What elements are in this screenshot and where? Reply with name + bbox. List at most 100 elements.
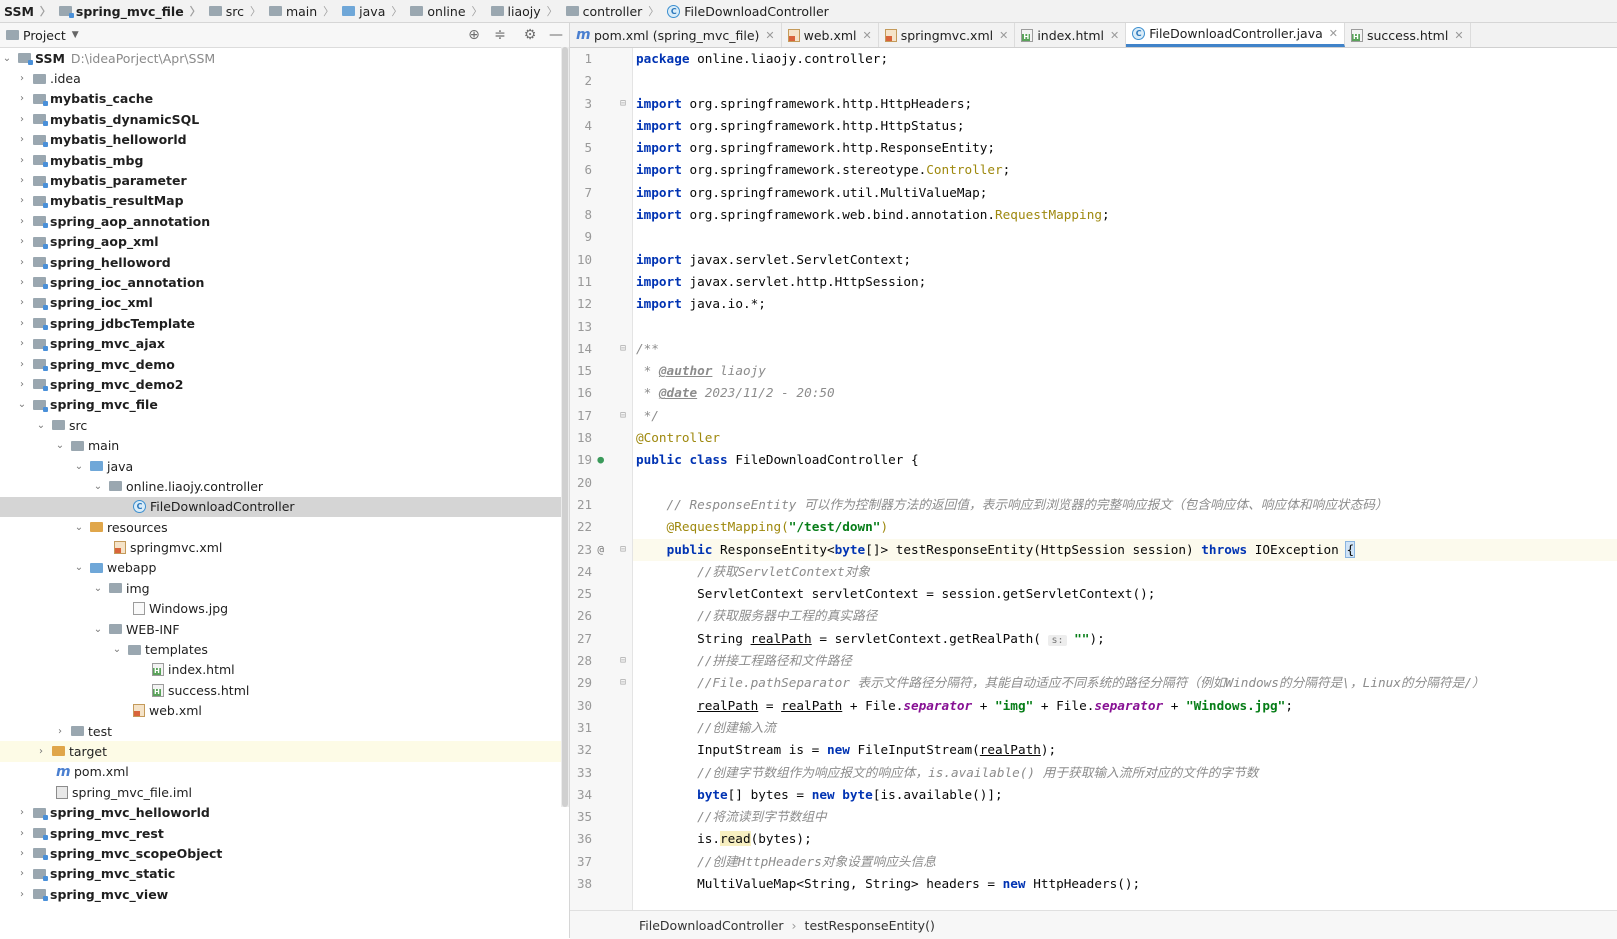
tree-scrollbar[interactable] — [561, 47, 569, 807]
chevron-right-icon[interactable]: › — [15, 277, 29, 288]
fold-icon[interactable]: ⊟ — [620, 93, 626, 115]
chevron-right-icon[interactable]: › — [15, 318, 29, 329]
tab-index-html[interactable]: index.html ✕ — [1015, 23, 1127, 47]
close-icon[interactable]: ✕ — [1454, 29, 1463, 42]
breadcrumb-item[interactable]: src 〉 — [205, 3, 265, 19]
close-icon[interactable]: ✕ — [863, 29, 872, 42]
tree-row[interactable]: ⌄ java — [0, 456, 569, 476]
tree-row[interactable]: › spring_mvc_rest — [0, 823, 569, 843]
chevron-right-icon[interactable]: › — [15, 134, 29, 145]
code-editor[interactable]: package online.liaojy.controller; import… — [633, 48, 1617, 910]
tree-row[interactable]: › spring_mvc_scopeObject — [0, 843, 569, 863]
tree-row[interactable]: › spring_mvc_helloworld — [0, 802, 569, 822]
breadcrumb-item[interactable]: SSM 〉 — [0, 3, 55, 19]
tree-row[interactable]: ⌄ src — [0, 415, 569, 435]
breadcrumb-item[interactable]: online 〉 — [406, 3, 486, 19]
chevron-right-icon[interactable]: › — [15, 155, 29, 166]
fold-icon[interactable]: ⊟ — [620, 539, 626, 561]
chevron-right-icon[interactable]: › — [15, 828, 29, 839]
tree-row[interactable]: › spring_mvc_demo — [0, 354, 569, 374]
spring-bean-icon[interactable]: ● — [597, 449, 604, 471]
chevron-right-icon[interactable]: › — [15, 236, 29, 247]
tree-row[interactable]: › spring_mvc_ajax — [0, 333, 569, 353]
request-mapping-icon[interactable]: @ — [597, 539, 604, 561]
chevron-right-icon[interactable]: › — [15, 93, 29, 104]
chevron-down-icon[interactable]: ⌄ — [34, 420, 48, 431]
tree-row[interactable]: › mybatis_dynamicSQL — [0, 109, 569, 129]
tree-row[interactable]: m pom.xml — [0, 762, 569, 782]
chevron-down-icon[interactable]: ⌄ — [91, 481, 105, 492]
chevron-down-icon[interactable]: ⌄ — [53, 440, 67, 451]
tab-filedownloadcontroller[interactable]: C FileDownloadController.java ✕ — [1126, 23, 1345, 47]
gear-icon[interactable]: ⚙ — [522, 27, 538, 43]
tree-row[interactable]: ⌄ templates — [0, 639, 569, 659]
tree-row[interactable]: spring_mvc_file.iml — [0, 782, 569, 802]
project-view-selector[interactable]: Project ▼ — [0, 28, 79, 43]
tree-row[interactable]: › spring_aop_annotation — [0, 211, 569, 231]
tree-row[interactable]: › spring_aop_xml — [0, 232, 569, 252]
collapse-all-icon[interactable]: ≑ — [492, 27, 508, 43]
breadcrumb-item[interactable]: java 〉 — [338, 3, 406, 19]
tree-row[interactable]: › mybatis_cache — [0, 89, 569, 109]
chevron-down-icon[interactable]: ⌄ — [0, 53, 14, 64]
breadcrumb-item[interactable]: main 〉 — [265, 3, 338, 19]
tree-row[interactable]: › target — [0, 741, 569, 762]
close-icon[interactable]: ✕ — [999, 29, 1008, 42]
tree-row[interactable]: ⌄ resources — [0, 517, 569, 537]
minimize-icon[interactable]: — — [548, 27, 564, 43]
status-method[interactable]: testResponseEntity() — [805, 918, 935, 933]
tree-row[interactable]: ⌄ online.liaojy.controller — [0, 476, 569, 496]
breadcrumb-item[interactable]: C FileDownloadController — [663, 4, 829, 19]
chevron-right-icon[interactable]: › — [34, 746, 48, 757]
tab-success-html[interactable]: success.html ✕ — [1345, 23, 1471, 47]
breadcrumb-item[interactable]: spring_mvc_file 〉 — [55, 3, 205, 19]
tree-row[interactable]: › spring_mvc_static — [0, 864, 569, 884]
tab-pom-xml[interactable]: m pom.xml (spring_mvc_file) ✕ — [570, 23, 782, 47]
chevron-right-icon[interactable]: › — [15, 73, 29, 84]
chevron-right-icon[interactable]: › — [15, 297, 29, 308]
chevron-down-icon[interactable]: ⌄ — [91, 583, 105, 594]
breadcrumb-item[interactable]: liaojy 〉 — [487, 3, 562, 19]
chevron-right-icon[interactable]: › — [15, 889, 29, 900]
chevron-right-icon[interactable]: › — [15, 195, 29, 206]
tree-row-selected[interactable]: C FileDownloadController — [0, 496, 569, 517]
tree-row[interactable]: ⌄ main — [0, 435, 569, 455]
chevron-right-icon[interactable]: › — [15, 359, 29, 370]
chevron-right-icon[interactable]: › — [15, 807, 29, 818]
chevron-right-icon[interactable]: › — [15, 379, 29, 390]
tree-row[interactable]: ⌄ img — [0, 578, 569, 598]
fold-icon[interactable]: ⊟ — [620, 650, 626, 672]
tree-row[interactable]: success.html — [0, 680, 569, 700]
tree-row[interactable]: › .idea — [0, 68, 569, 88]
chevron-right-icon[interactable]: › — [15, 338, 29, 349]
chevron-down-icon[interactable]: ⌄ — [15, 399, 29, 410]
fold-icon[interactable]: ⊟ — [620, 338, 626, 360]
tree-row[interactable]: Windows.jpg — [0, 599, 569, 619]
tree-row[interactable]: ⌄ webapp — [0, 558, 569, 578]
tree-row[interactable]: web.xml — [0, 701, 569, 721]
tree-row[interactable]: › test — [0, 721, 569, 741]
chevron-down-icon[interactable]: ⌄ — [110, 644, 124, 655]
chevron-right-icon[interactable]: › — [15, 868, 29, 879]
tree-row[interactable]: › mybatis_resultMap — [0, 191, 569, 211]
tree-row[interactable]: index.html — [0, 660, 569, 680]
close-icon[interactable]: ✕ — [765, 29, 774, 42]
fold-icon[interactable]: ⊟ — [620, 405, 626, 427]
chevron-right-icon[interactable]: › — [15, 175, 29, 186]
chevron-down-icon[interactable]: ⌄ — [72, 461, 86, 472]
chevron-down-icon[interactable]: ⌄ — [91, 624, 105, 635]
fold-icon[interactable]: ⊟ — [620, 672, 626, 694]
tree-row[interactable]: › spring_mvc_view — [0, 884, 569, 904]
tree-row[interactable]: ⌄ WEB-INF — [0, 619, 569, 639]
tree-row[interactable]: › spring_helloword — [0, 252, 569, 272]
chevron-right-icon[interactable]: › — [15, 257, 29, 268]
tree-row[interactable]: › mybatis_parameter — [0, 170, 569, 190]
close-icon[interactable]: ✕ — [1329, 27, 1338, 40]
tab-web-xml[interactable]: web.xml ✕ — [782, 23, 879, 47]
breadcrumb-item[interactable]: controller 〉 — [562, 3, 664, 19]
close-icon[interactable]: ✕ — [1110, 29, 1119, 42]
chevron-right-icon[interactable]: › — [53, 726, 67, 737]
tree-row[interactable]: › spring_ioc_xml — [0, 293, 569, 313]
chevron-down-icon[interactable]: ⌄ — [72, 522, 86, 533]
tab-springmvc-xml[interactable]: springmvc.xml ✕ — [879, 23, 1016, 47]
